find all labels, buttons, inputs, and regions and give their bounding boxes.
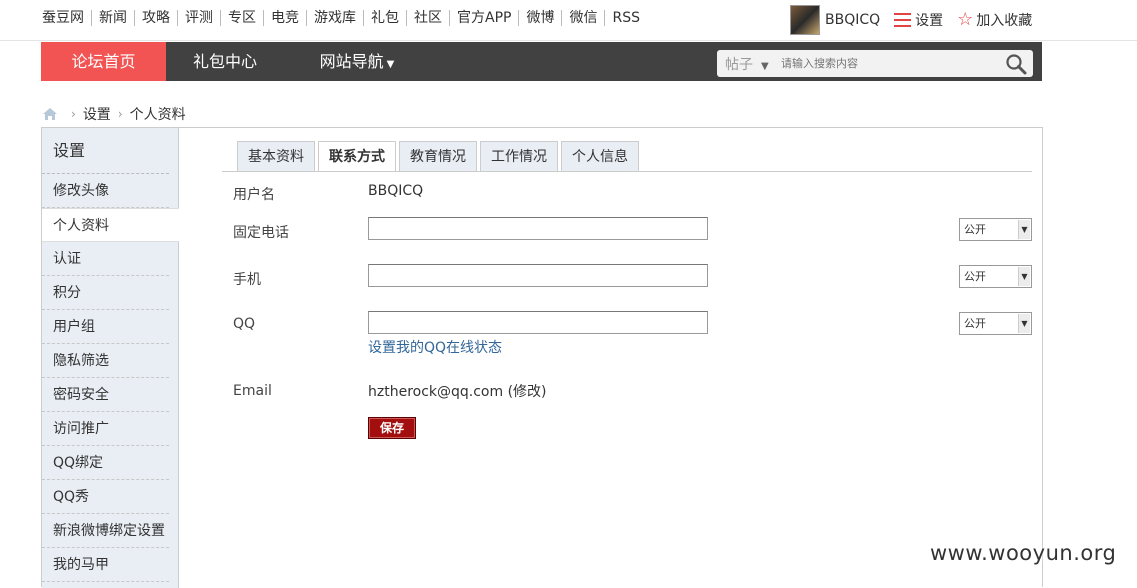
top-link-home[interactable]: 蚕豆网 <box>40 10 91 26</box>
qq-privacy-select[interactable]: 公开 ▼ <box>959 312 1032 335</box>
top-link-community[interactable]: 社区 <box>406 10 449 26</box>
search-type-label: 帖子 <box>725 57 753 73</box>
sidebar-item-weibo-bind[interactable]: 新浪微博绑定设置 <box>42 514 169 548</box>
user-box: BBQICQ 设置 ☆ 加入收藏 <box>790 5 1046 35</box>
avatar[interactable] <box>790 5 820 35</box>
breadcrumb: › 设置 › 个人资料 <box>42 104 186 124</box>
sidebar-item-points[interactable]: 积分 <box>42 276 169 310</box>
chevron-right-icon: › <box>117 107 123 121</box>
qq-online-status-link[interactable]: 设置我的QQ在线状态 <box>368 337 502 357</box>
menu-icon <box>894 13 912 27</box>
phone-field[interactable] <box>368 217 708 240</box>
nav-site-navigation[interactable]: 网站导航 ▼ <box>307 42 407 81</box>
site-links: 蚕豆网 新闻 攻略 评测 专区 电竞 游戏库 礼包 社区 官方APP 微博 微信… <box>40 10 647 26</box>
top-link-gift[interactable]: 礼包 <box>363 10 406 26</box>
sidebar: 设置 修改头像 个人资料 认证 积分 用户组 隐私筛选 密码安全 访问推广 QQ… <box>42 128 179 588</box>
sidebar-item-usergroup[interactable]: 用户组 <box>42 310 169 344</box>
qq-privacy-value: 公开 <box>964 317 986 330</box>
tab-divider <box>222 171 1032 172</box>
triangle-down-icon: ▼ <box>761 61 769 72</box>
sidebar-title: 设置 <box>42 128 169 174</box>
top-link-rss[interactable]: RSS <box>604 10 647 26</box>
star-icon: ☆ <box>957 9 974 30</box>
sidebar-item-password[interactable]: 密码安全 <box>42 378 169 412</box>
profile-tabs: 基本资料 联系方式 教育情况 工作情况 个人信息 <box>237 141 642 172</box>
tab-basic[interactable]: 基本资料 <box>237 141 315 172</box>
settings-label: 设置 <box>915 13 944 29</box>
email-value[interactable]: hztherock@qq.com (修改) <box>368 381 547 401</box>
username-label: 用户名 <box>233 187 275 203</box>
phone-label: 固定电话 <box>233 225 289 241</box>
mobile-field[interactable] <box>368 264 708 287</box>
watermark: www.wooyun.org <box>930 541 1117 565</box>
qq-label: QQ <box>233 316 256 332</box>
top-link-guide[interactable]: 攻略 <box>134 10 177 26</box>
tab-personal[interactable]: 个人信息 <box>561 141 639 172</box>
sidebar-item-qq-bind[interactable]: QQ绑定 <box>42 446 169 480</box>
breadcrumb-settings[interactable]: 设置 <box>83 104 111 124</box>
settings-link[interactable]: 设置 <box>894 10 943 30</box>
nav-site-label: 网站导航 <box>319 52 384 71</box>
sidebar-item-privacy[interactable]: 隐私筛选 <box>42 344 169 378</box>
sidebar-item-profile[interactable]: 个人资料 <box>42 208 179 242</box>
nav-gift-center[interactable]: 礼包中心 <box>166 42 284 81</box>
search-box: 帖子 ▼ <box>717 50 1033 77</box>
tab-work[interactable]: 工作情况 <box>480 141 558 172</box>
qq-field[interactable] <box>368 311 708 334</box>
top-link-gamelib[interactable]: 游戏库 <box>306 10 363 26</box>
search-type-select[interactable]: 帖子 ▼ <box>725 54 769 74</box>
content-frame: 设置 修改头像 个人资料 认证 积分 用户组 隐私筛选 密码安全 访问推广 QQ… <box>41 127 1043 588</box>
sidebar-item-verify[interactable]: 认证 <box>42 242 169 276</box>
add-favorite-link[interactable]: ☆ 加入收藏 <box>957 10 1032 30</box>
top-link-review[interactable]: 评测 <box>177 10 220 26</box>
chevron-down-icon: ▼ <box>1018 314 1030 333</box>
top-link-zone[interactable]: 专区 <box>220 10 263 26</box>
sidebar-item-avatar[interactable]: 修改头像 <box>42 174 169 208</box>
chevron-down-icon: ▼ <box>1018 267 1030 286</box>
main-nav: 论坛首页 礼包中心 网站导航 ▼ 帖子 ▼ <box>41 42 1042 81</box>
mobile-label: 手机 <box>233 272 261 288</box>
phone-privacy-value: 公开 <box>964 223 986 236</box>
email-label: Email <box>233 383 272 399</box>
top-link-wechat[interactable]: 微信 <box>561 10 604 26</box>
sidebar-item-promotion[interactable]: 访问推广 <box>42 412 169 446</box>
home-icon[interactable] <box>42 107 58 121</box>
phone-privacy-select[interactable]: 公开 ▼ <box>959 218 1032 241</box>
breadcrumb-profile[interactable]: 个人资料 <box>130 104 186 124</box>
top-bar: 蚕豆网 新闻 攻略 评测 专区 电竞 游戏库 礼包 社区 官方APP 微博 微信… <box>0 0 1137 41</box>
sidebar-item-qq-show[interactable]: QQ秀 <box>42 480 169 514</box>
chevron-right-icon: › <box>71 107 76 121</box>
caret-down-icon: ▼ <box>386 59 395 70</box>
save-button[interactable]: 保存 <box>368 417 416 439</box>
top-link-weibo[interactable]: 微博 <box>518 10 561 26</box>
search-input[interactable] <box>781 52 991 74</box>
mobile-privacy-select[interactable]: 公开 ▼ <box>959 265 1032 288</box>
username-link[interactable]: BBQICQ <box>825 12 880 28</box>
top-link-news[interactable]: 新闻 <box>91 10 134 26</box>
tab-education[interactable]: 教育情况 <box>399 141 477 172</box>
top-link-esports[interactable]: 电竞 <box>263 10 306 26</box>
mobile-privacy-value: 公开 <box>964 270 986 283</box>
tab-contact[interactable]: 联系方式 <box>318 141 396 172</box>
top-link-app[interactable]: 官方APP <box>449 10 518 26</box>
favorite-label: 加入收藏 <box>976 13 1033 29</box>
chevron-down-icon: ▼ <box>1018 220 1030 239</box>
nav-forum-home[interactable]: 论坛首页 <box>41 42 166 81</box>
username-value: BBQICQ <box>368 183 424 199</box>
sidebar-item-alias[interactable]: 我的马甲 <box>42 548 169 582</box>
search-icon[interactable] <box>1005 53 1027 75</box>
